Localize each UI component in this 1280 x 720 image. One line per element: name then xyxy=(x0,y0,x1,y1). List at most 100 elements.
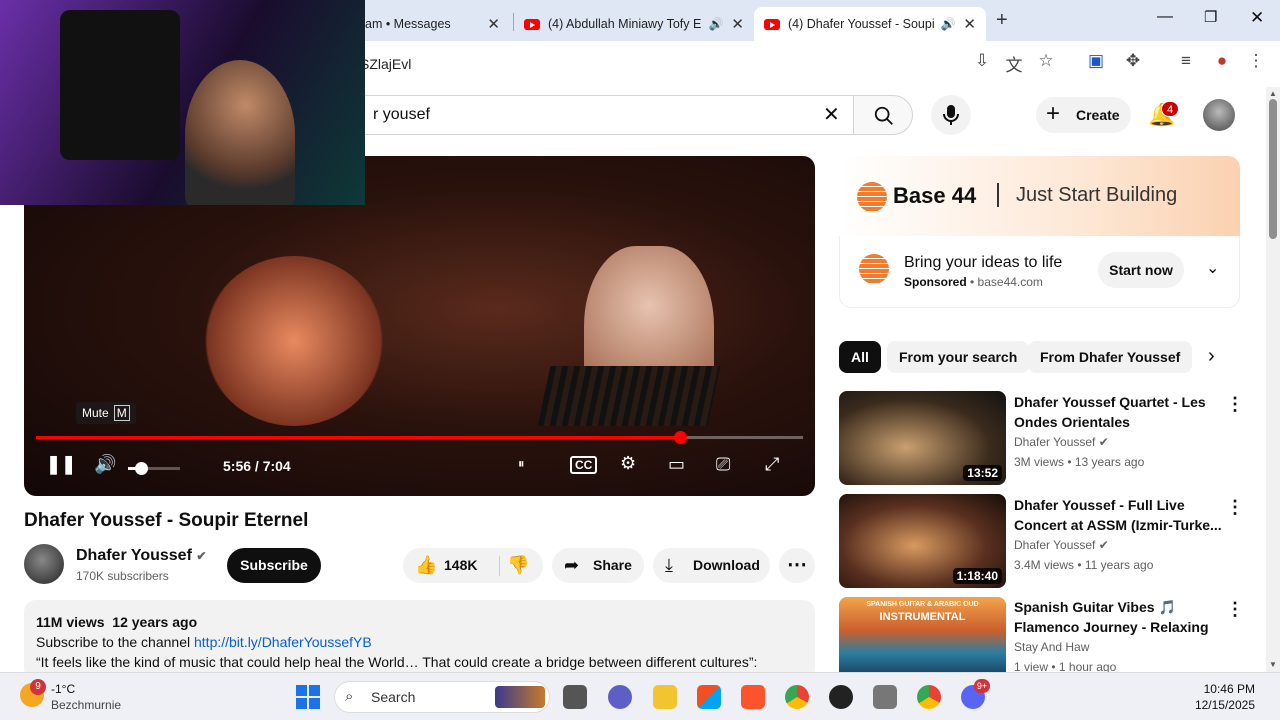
related-channel[interactable]: Dhafer Youssef ✔ xyxy=(1014,435,1109,449)
camera-icon[interactable] xyxy=(873,685,897,709)
new-tab-icon[interactable]: + xyxy=(996,9,1008,32)
translate-icon[interactable]: 文 xyxy=(1002,51,1026,76)
related-meta: 1 view • 1 hour ago xyxy=(1014,660,1117,672)
discord-badge: 9+ xyxy=(974,679,990,693)
related-thumbnail[interactable]: 13:52 xyxy=(839,391,1006,485)
share-button[interactable]: ➦ Share xyxy=(552,548,644,583)
video-player[interactable]: Mute M ❚❚ 🔊 5:56 / 7:04 ⏸ CC ⚙ ▭ ⎚ ⤢ xyxy=(24,156,815,496)
ad-domain[interactable]: base44.com xyxy=(978,275,1043,289)
file-explorer-icon[interactable] xyxy=(653,685,677,709)
related-title[interactable]: Dhafer Youssef Quartet - Les Ondes Orien… xyxy=(1014,392,1224,432)
taskbar-search[interactable]: ⌕ Search xyxy=(334,681,550,713)
download-button[interactable]: ⤓ Download xyxy=(653,548,770,583)
close-icon[interactable]: ✕ xyxy=(487,15,500,33)
chrome-icon[interactable] xyxy=(785,685,809,709)
extensions-puzzle-icon[interactable]: ✥ xyxy=(1121,51,1145,71)
microphone-icon xyxy=(943,105,959,125)
page-scrollbar[interactable]: ▲ ▼ xyxy=(1266,87,1280,672)
install-app-icon[interactable]: ⇩ xyxy=(970,51,994,71)
theater-mode-icon[interactable]: ▭ xyxy=(668,454,685,475)
download-icon: ⤓ xyxy=(665,555,673,575)
restore-icon[interactable]: ❐ xyxy=(1204,8,1217,26)
related-thumbnail[interactable]: 1:18:40 xyxy=(839,494,1006,588)
chip-all[interactable]: All xyxy=(839,341,881,373)
volume-knob[interactable] xyxy=(135,462,148,475)
verified-icon: ✔ xyxy=(196,549,207,563)
tab-abdullah[interactable]: (4) Abdullah Miniawy Tofy E 🔊 ✕ xyxy=(514,7,754,41)
chip-from-your-search[interactable]: From your search xyxy=(887,341,1030,373)
scroll-down-icon[interactable]: ▼ xyxy=(1269,660,1277,669)
channel-name[interactable]: Dhafer Youssef ✔ xyxy=(76,547,206,565)
speaker-icon[interactable]: 🔊 xyxy=(940,17,955,31)
subscribe-button[interactable]: Subscribe xyxy=(227,548,321,583)
pause-icon[interactable]: ❚❚ xyxy=(46,454,76,475)
settings-gear-icon[interactable]: ⚙ xyxy=(620,453,636,474)
tab-dhafer-active[interactable]: (4) Dhafer Youssef - Soupir 🔊 ✕ xyxy=(754,7,986,41)
duration-badge: 1:18:40 xyxy=(952,568,1002,584)
weather-location: Bezchmurnie xyxy=(51,698,122,712)
brave-icon[interactable] xyxy=(741,685,765,709)
description-box[interactable]: 11M views 12 years ago Subscribe to the … xyxy=(24,600,815,680)
speaker-icon[interactable]: 🔊 xyxy=(708,17,723,31)
thumbs-up-icon[interactable]: 👍 xyxy=(415,548,437,583)
search-button[interactable] xyxy=(853,95,913,135)
related-thumbnail[interactable]: SPANISH GUITAR & ARABIC OUD INSTRUMENTAL xyxy=(839,597,1006,672)
account-avatar[interactable] xyxy=(1203,99,1235,131)
window-close-icon[interactable]: ✕ xyxy=(1250,8,1264,28)
extension-icon[interactable]: ▣ xyxy=(1084,51,1108,71)
chevron-right-icon[interactable]: › xyxy=(1208,345,1215,368)
thumbs-down-icon[interactable]: 👎 xyxy=(507,548,529,583)
related-channel-name: Dhafer Youssef xyxy=(1014,538,1096,552)
channel-name-text: Dhafer Youssef xyxy=(76,547,192,564)
url-field[interactable]: SZlajEvl xyxy=(360,48,960,80)
volume-icon[interactable]: 🔊 xyxy=(94,454,116,475)
scrollbar-thumb[interactable] xyxy=(1269,99,1277,239)
profile-icon[interactable]: ● xyxy=(1210,51,1234,71)
microsoft-store-icon[interactable] xyxy=(697,685,721,709)
task-view-icon[interactable] xyxy=(563,685,587,709)
ad-banner[interactable]: Base 44 Just Start Building xyxy=(839,156,1240,236)
captions-icon[interactable]: CC xyxy=(570,456,598,474)
cast-icon[interactable]: ⎚ xyxy=(716,454,730,475)
channel-avatar[interactable] xyxy=(24,544,64,584)
browser-menu-icon[interactable]: ⋮ xyxy=(1244,51,1268,71)
chevron-down-icon[interactable]: ⌄ xyxy=(1206,258,1219,278)
clear-search-icon[interactable]: ✕ xyxy=(823,102,840,127)
tab-messages[interactable]: am • Messages ✕ xyxy=(355,7,510,41)
related-title[interactable]: Dhafer Youssef - Full Live Concert at AS… xyxy=(1014,495,1224,535)
chrome-active-icon[interactable] xyxy=(917,685,941,709)
scroll-up-icon[interactable]: ▲ xyxy=(1269,89,1277,98)
voice-search-button[interactable] xyxy=(931,95,971,135)
progress-bar[interactable] xyxy=(36,431,803,444)
ad-tagline: Just Start Building xyxy=(1016,184,1178,206)
chip-from-dhafer-youssef[interactable]: From Dhafer Youssef xyxy=(1028,341,1193,373)
search-input[interactable]: r yousef xyxy=(360,95,855,135)
minimize-icon[interactable]: — xyxy=(1157,8,1173,26)
like-count[interactable]: 148K xyxy=(444,548,477,583)
fullscreen-icon[interactable]: ⤢ xyxy=(765,454,779,475)
bookmark-star-icon[interactable]: ☆ xyxy=(1034,51,1058,71)
volume-slider[interactable] xyxy=(128,462,180,475)
autoplay-toggle-icon[interactable]: ⏸ xyxy=(518,456,525,472)
clock-date[interactable]: 12/15/2025 xyxy=(1175,698,1255,712)
plus-icon: + xyxy=(1046,100,1061,127)
close-icon[interactable]: ✕ xyxy=(963,15,976,33)
related-channel[interactable]: Dhafer Youssef ✔ xyxy=(1014,538,1109,552)
clock-time[interactable]: 10:46 PM xyxy=(1175,682,1255,696)
related-title[interactable]: Spanish Guitar Vibes 🎵 Flamenco Journey … xyxy=(1014,597,1224,637)
taskbar-search-label: Search xyxy=(371,689,416,705)
description-link[interactable]: http://bit.ly/DhaferYoussefYB xyxy=(194,634,372,650)
obs-icon[interactable] xyxy=(829,685,853,709)
start-now-button[interactable]: Start now xyxy=(1098,252,1184,288)
close-icon[interactable]: ✕ xyxy=(731,15,744,33)
ad-body[interactable]: Bring your ideas to life Sponsored • bas… xyxy=(839,236,1240,308)
related-channel[interactable]: Stay And Haw xyxy=(1014,640,1089,654)
related-menu-icon[interactable]: ⋮ xyxy=(1226,599,1244,620)
related-menu-icon[interactable]: ⋮ xyxy=(1226,497,1244,518)
windows-start-icon[interactable] xyxy=(296,685,320,709)
media-control-icon[interactable]: ≡ xyxy=(1174,51,1198,71)
related-menu-icon[interactable]: ⋮ xyxy=(1226,394,1244,415)
create-button[interactable]: + Create xyxy=(1036,97,1131,133)
teams-icon[interactable] xyxy=(608,685,632,709)
more-actions-icon[interactable]: ⋯ xyxy=(779,548,815,583)
